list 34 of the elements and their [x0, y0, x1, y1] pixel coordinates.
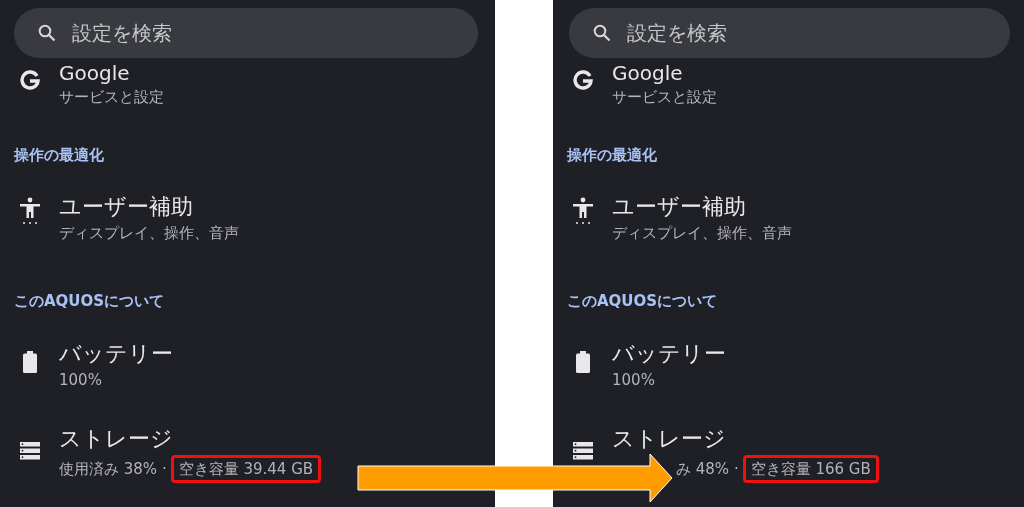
- setting-title[interactable]: バッテリー: [59, 341, 173, 367]
- setting-summary: 使用済み 38% ·: [59, 460, 167, 478]
- battery-icon: [575, 351, 590, 373]
- setting-summary: サービスと設定: [612, 88, 717, 106]
- section-header: 操作の最適化: [13, 146, 105, 164]
- section-header: このAQUOSについて: [566, 292, 719, 310]
- storage-icon: [572, 442, 593, 460]
- highlighted-text: 空き容量 39.44 GB: [170, 455, 322, 483]
- setting-summary: 100%: [59, 371, 102, 389]
- setting-summary: み 48% ·: [676, 460, 739, 478]
- setting-summary: 100%: [612, 371, 655, 389]
- setting-title[interactable]: ストレージ: [59, 426, 322, 452]
- setting-title[interactable]: ユーザー補助: [59, 194, 239, 220]
- section-header: このAQUOSについて: [13, 292, 166, 310]
- search-icon: [593, 24, 611, 42]
- google-icon: [18, 70, 41, 92]
- setting-title[interactable]: バッテリー: [612, 341, 726, 367]
- search-field[interactable]: 設定を検索: [569, 8, 1010, 58]
- accessibility-icon: [17, 196, 42, 226]
- search-icon: [38, 24, 56, 42]
- setting-title[interactable]: ストレージ: [612, 426, 879, 452]
- setting-summary: サービスと設定: [59, 88, 164, 106]
- battery-icon: [22, 351, 37, 373]
- google-icon: [571, 70, 594, 92]
- section-header: 操作の最適化: [566, 146, 658, 164]
- setting-title[interactable]: ユーザー補助: [612, 194, 792, 220]
- setting-title[interactable]: Google: [612, 62, 717, 84]
- search-field[interactable]: 設定を検索: [14, 8, 478, 58]
- setting-title[interactable]: Google: [59, 62, 164, 84]
- setting-summary: ディスプレイ、操作、音声: [612, 224, 792, 242]
- highlighted-text: 空き容量 166 GB: [742, 455, 879, 483]
- setting-summary: ディスプレイ、操作、音声: [59, 224, 239, 242]
- accessibility-icon: [570, 196, 595, 226]
- storage-icon: [19, 442, 40, 460]
